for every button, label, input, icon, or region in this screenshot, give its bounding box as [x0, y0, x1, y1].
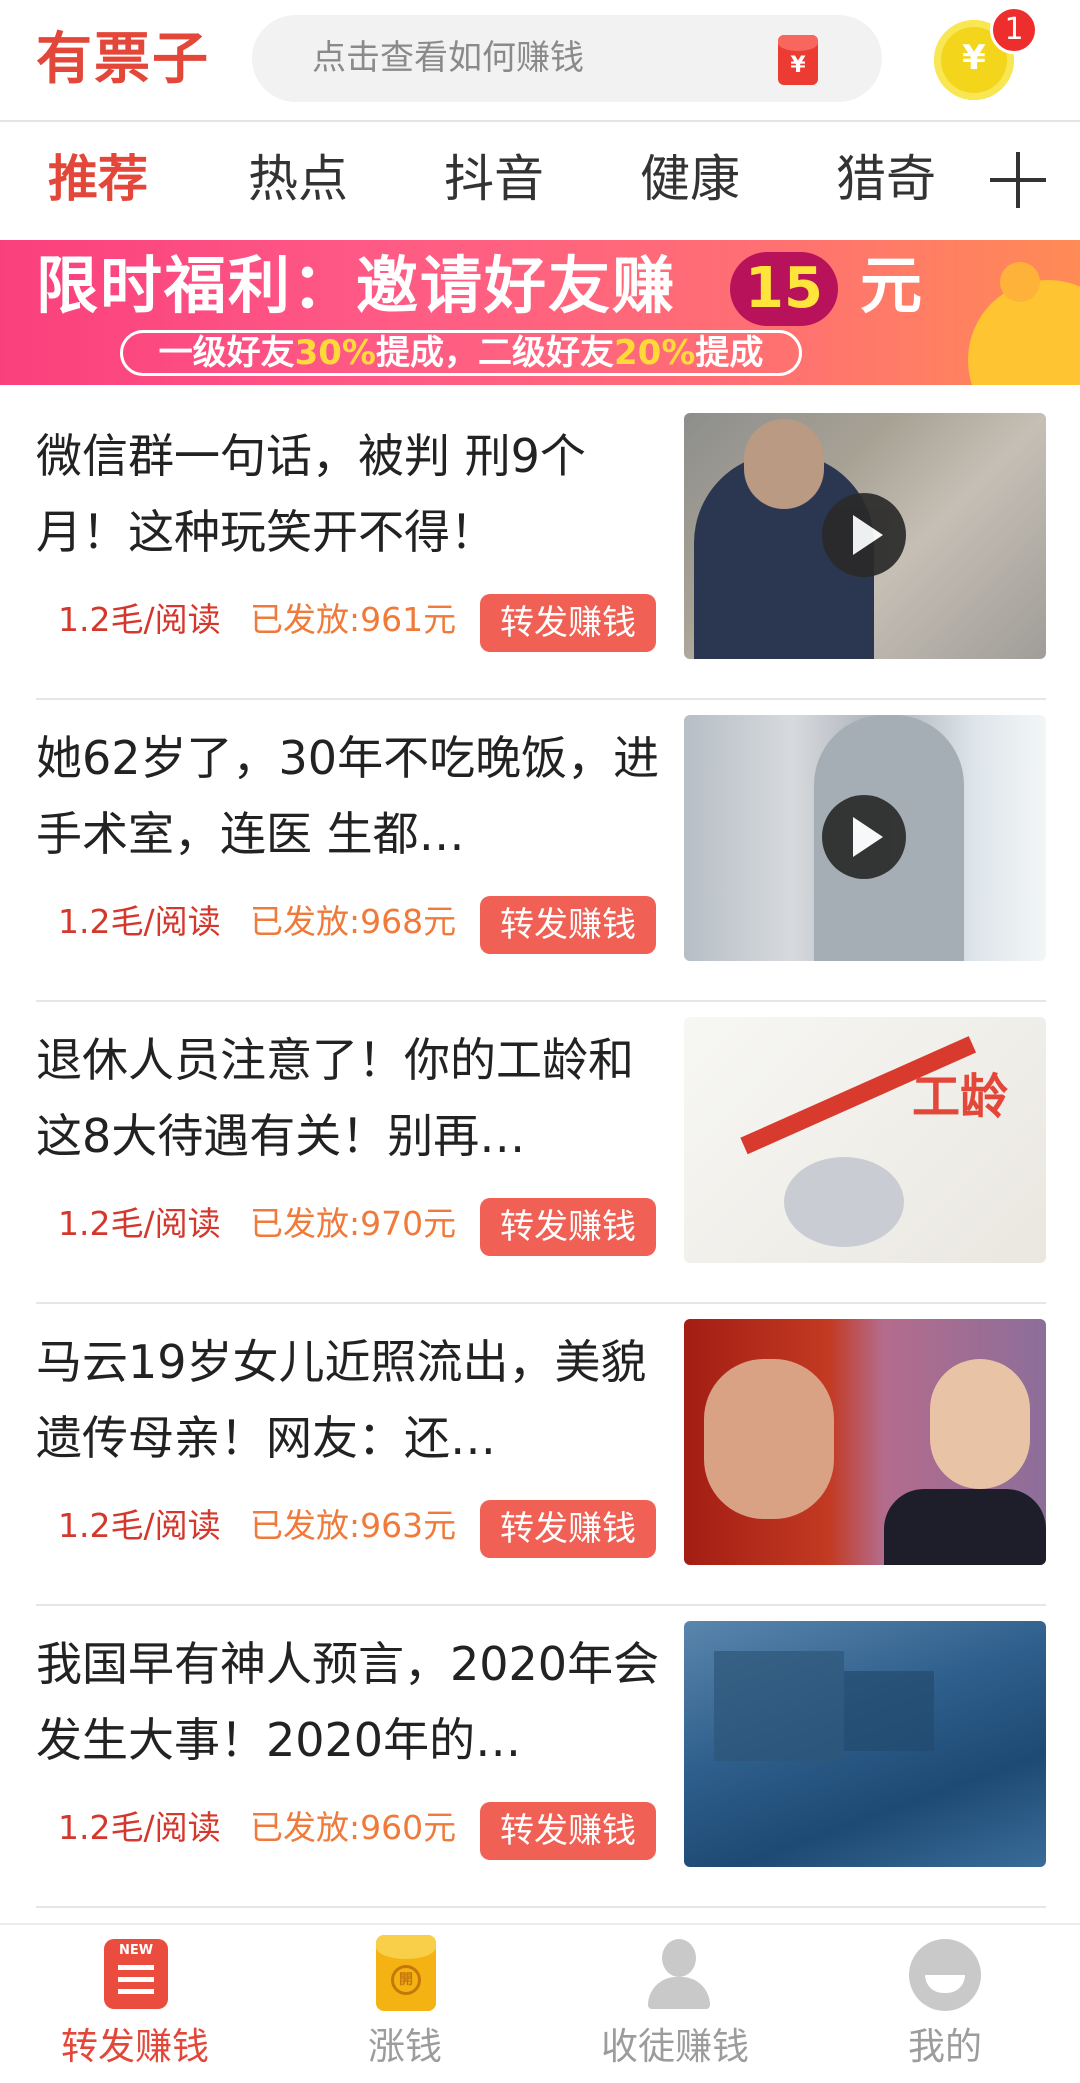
- article-title: 马云19岁女儿近照流出，美貌遗传母亲！网友：还…: [36, 1335, 647, 1465]
- tab-recommend[interactable]: 推荐: [48, 124, 148, 234]
- app-logo: 有票子: [36, 27, 210, 92]
- nav-label: 转发赚钱: [61, 2025, 209, 2068]
- banner-sub-pct2: 20%: [614, 333, 696, 373]
- red-packet-symbol: ¥: [790, 53, 806, 78]
- tab-douyin[interactable]: 抖音: [444, 124, 544, 234]
- tab-hot[interactable]: 热点: [248, 124, 348, 234]
- article-paid: 已发放:970元: [250, 1204, 457, 1243]
- article-paid: 已发放:961元: [250, 600, 457, 639]
- article-paid: 已发放:963元: [250, 1506, 457, 1545]
- banner-sub-part1: 一级好友: [158, 333, 295, 373]
- bottom-navigation: NEW 转发赚钱 開 涨钱 收徒赚钱 我的: [0, 1923, 1080, 2083]
- search-placeholder: 点击查看如何赚钱: [312, 38, 584, 78]
- share-earn-button[interactable]: 转发赚钱: [480, 1500, 656, 1558]
- banner-unit: 元: [860, 249, 923, 322]
- play-icon[interactable]: [822, 795, 906, 879]
- packet-icon-label: 開: [391, 1965, 421, 1995]
- banner-sub-part3: 提成: [695, 333, 764, 373]
- nav-label: 收徒赚钱: [601, 2025, 749, 2068]
- article-item[interactable]: 退休人员注意了！你的工龄和这8大待遇有关！别再… 1.2毛/阅读 已发放:970…: [0, 1002, 1080, 1304]
- article-rate: 1.2毛/阅读: [58, 902, 221, 941]
- play-icon[interactable]: [822, 493, 906, 577]
- person-icon: [640, 1939, 714, 2011]
- thumbnail-city: [844, 1671, 934, 1751]
- article-paid: 已发放:960元: [250, 1808, 457, 1847]
- news-icon-label: NEW: [118, 1943, 154, 1958]
- news-icon: NEW: [104, 1939, 168, 2009]
- banner-amount: 15: [745, 256, 823, 321]
- thumbnail-suit: [884, 1489, 1046, 1565]
- thumbnail-label: 工龄: [912, 1069, 1009, 1125]
- nav-label: 涨钱: [368, 2025, 442, 2068]
- share-earn-button[interactable]: 转发赚钱: [480, 1802, 656, 1860]
- profile-icon: [909, 1939, 981, 2011]
- article-rate: 1.2毛/阅读: [58, 600, 221, 639]
- news-icon-line: [118, 1989, 154, 1994]
- article-item[interactable]: 她62岁了，30年不吃晚饭，进手术室，连医 生都… 1.2毛/阅读 已发放:96…: [0, 700, 1080, 1002]
- nav-recruit[interactable]: 收徒赚钱: [540, 1925, 810, 2083]
- article-thumbnail[interactable]: [684, 715, 1046, 961]
- news-icon-line: [118, 1977, 154, 1982]
- article-title: 她62岁了，30年不吃晚饭，进手术室，连医 生都…: [36, 731, 660, 861]
- red-packet-icon: 開: [376, 1935, 436, 2011]
- tab-curious[interactable]: 猎奇: [836, 124, 936, 234]
- tab-health[interactable]: 健康: [640, 124, 740, 234]
- invite-banner[interactable]: 限时福利：邀请好友赚 15 元 一级好友30%提成，二级好友20%提成: [0, 240, 1080, 385]
- article-item[interactable]: 微信群一句话，被判 刑9个月！这种玩笑开不得！ 1.2毛/阅读 已发放:961元…: [0, 398, 1080, 700]
- thumbnail-people: [784, 1157, 904, 1247]
- thumbnail-city: [714, 1651, 844, 1761]
- banner-sub-part2: 提成，二级好友: [376, 333, 614, 373]
- article-rate: 1.2毛/阅读: [58, 1808, 221, 1847]
- banner-amount-circle: 15: [730, 252, 838, 326]
- article-title: 退休人员注意了！你的工龄和这8大待遇有关！别再…: [36, 1033, 634, 1163]
- article-item[interactable]: 马云19岁女儿近照流出，美貌遗传母亲！网友：还… 1.2毛/阅读 已发放:963…: [0, 1304, 1080, 1606]
- notification-badge: 1: [990, 6, 1038, 54]
- nav-share-earn[interactable]: NEW 转发赚钱: [0, 1925, 270, 2083]
- thumbnail-head: [744, 419, 824, 509]
- person-icon-body: [648, 1977, 710, 2009]
- thumbnail-face: [704, 1359, 834, 1519]
- article-thumbnail[interactable]: [684, 1319, 1046, 1565]
- share-earn-button[interactable]: 转发赚钱: [480, 896, 656, 954]
- share-earn-button[interactable]: 转发赚钱: [480, 594, 656, 652]
- article-thumbnail[interactable]: [684, 413, 1046, 659]
- news-icon-line: [118, 1965, 154, 1970]
- article-thumbnail[interactable]: 工龄: [684, 1017, 1046, 1263]
- article-paid: 已发放:968元: [250, 902, 457, 941]
- article-title: 我国早有神人预言，2020年会发生大事！2020年的…: [36, 1637, 660, 1767]
- add-tab-icon[interactable]: [990, 152, 1046, 208]
- nav-me[interactable]: 我的: [810, 1925, 1080, 2083]
- banner-subtitle: 一级好友30%提成，二级好友20%提成: [120, 330, 802, 376]
- divider: [36, 1906, 1046, 1908]
- article-rate: 1.2毛/阅读: [58, 1506, 221, 1545]
- person-icon-head: [662, 1939, 696, 1977]
- search-bar[interactable]: 点击查看如何赚钱 ¥: [252, 15, 882, 102]
- article-item[interactable]: 我国早有神人预言，2020年会发生大事！2020年的… 1.2毛/阅读 已发放:…: [0, 1606, 1080, 1908]
- banner-decoration-small: [1000, 262, 1040, 302]
- nav-label: 我的: [908, 2025, 982, 2068]
- banner-sub-pct1: 30%: [294, 333, 376, 373]
- banner-title: 限时福利：邀请好友赚: [36, 249, 677, 322]
- thumbnail-face: [930, 1359, 1030, 1489]
- nav-raise-money[interactable]: 開 涨钱: [270, 1925, 540, 2083]
- share-earn-button[interactable]: 转发赚钱: [480, 1198, 656, 1256]
- article-thumbnail[interactable]: [684, 1621, 1046, 1867]
- article-rate: 1.2毛/阅读: [58, 1204, 221, 1243]
- article-title: 微信群一句话，被判 刑9个月！这种玩笑开不得！: [36, 429, 586, 559]
- red-packet-icon[interactable]: ¥: [778, 35, 818, 85]
- top-header: 有票子 点击查看如何赚钱 ¥ ¥ 1: [0, 0, 1080, 122]
- category-tabs: 推荐 热点 抖音 健康 猎奇: [0, 124, 1080, 240]
